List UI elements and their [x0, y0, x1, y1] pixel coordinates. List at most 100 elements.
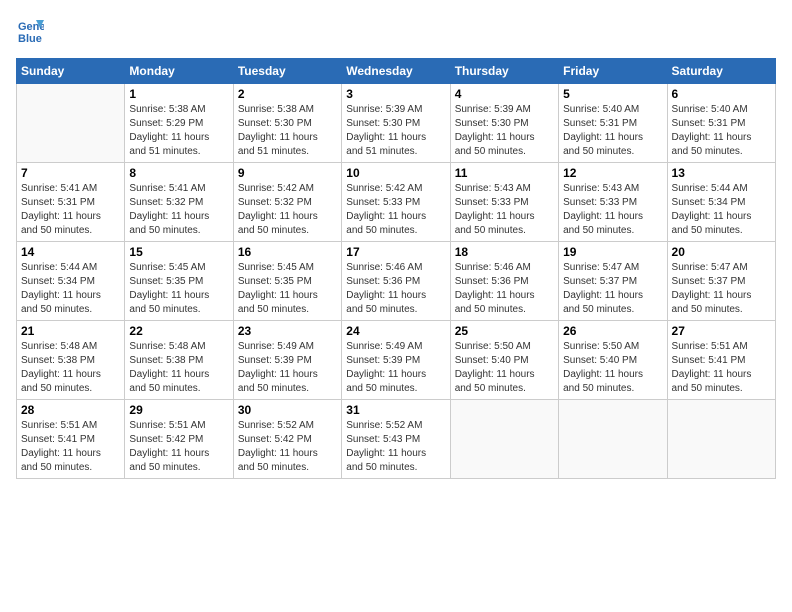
day-info: Sunrise: 5:47 AMSunset: 5:37 PMDaylight:… [563, 261, 662, 317]
calendar-cell: 28Sunrise: 5:51 AMSunset: 5:41 PMDayligh… [17, 400, 125, 479]
calendar-cell [17, 84, 125, 163]
day-info: Sunrise: 5:51 AMSunset: 5:41 PMDaylight:… [672, 340, 771, 396]
day-info: Sunrise: 5:45 AMSunset: 5:35 PMDaylight:… [129, 261, 228, 317]
day-number: 2 [238, 87, 337, 101]
day-info: Sunrise: 5:50 AMSunset: 5:40 PMDaylight:… [455, 340, 554, 396]
day-info: Sunrise: 5:46 AMSunset: 5:36 PMDaylight:… [346, 261, 445, 317]
day-info: Sunrise: 5:46 AMSunset: 5:36 PMDaylight:… [455, 261, 554, 317]
day-info: Sunrise: 5:40 AMSunset: 5:31 PMDaylight:… [563, 103, 662, 159]
calendar-cell: 27 Sunrise: 5:51 AMSunset: 5:41 PMDayligh… [667, 321, 775, 400]
calendar-cell: 18 Sunrise: 5:46 AMSunset: 5:36 PMDayligh… [450, 242, 558, 321]
day-info: Sunrise: 5:43 AMSunset: 5:33 PMDaylight:… [563, 182, 662, 238]
calendar-header-wednesday: Wednesday [342, 59, 450, 84]
day-info: Sunrise: 5:43 AMSunset: 5:33 PMDaylight:… [455, 182, 554, 238]
calendar-cell: 26 Sunrise: 5:50 AMSunset: 5:40 PMDayligh… [559, 321, 667, 400]
day-info: Sunrise: 5:49 AMSunset: 5:39 PMDaylight:… [238, 340, 337, 396]
day-info: Sunrise: 5:51 AMSunset: 5:42 PMDaylight:… [129, 419, 228, 475]
logo: General Blue [16, 16, 48, 44]
calendar-cell: 1Sunrise: 5:38 AMSunset: 5:29 PMDaylight… [125, 84, 233, 163]
day-info: Sunrise: 5:41 AMSunset: 5:32 PMDaylight:… [129, 182, 228, 238]
calendar-cell: 12 Sunrise: 5:43 AMSunset: 5:33 PMDayligh… [559, 163, 667, 242]
calendar-cell: 5 Sunrise: 5:40 AMSunset: 5:31 PMDaylight… [559, 84, 667, 163]
calendar-cell: 19 Sunrise: 5:47 AMSunset: 5:37 PMDayligh… [559, 242, 667, 321]
calendar-cell: 14Sunrise: 5:44 AMSunset: 5:34 PMDayligh… [17, 242, 125, 321]
day-info: Sunrise: 5:52 AMSunset: 5:42 PMDaylight:… [238, 419, 337, 475]
calendar-header-row: SundayMondayTuesdayWednesdayThursdayFrid… [17, 59, 776, 84]
calendar-header-sunday: Sunday [17, 59, 125, 84]
calendar-cell: 21 Sunrise: 5:48 AMSunset: 5:38 PMDayligh… [17, 321, 125, 400]
day-number: 13 [672, 166, 771, 180]
page-header: General Blue [16, 16, 776, 52]
calendar-header-tuesday: Tuesday [233, 59, 341, 84]
calendar-header-friday: Friday [559, 59, 667, 84]
day-number: 27 [672, 324, 771, 338]
calendar-cell: 10 Sunrise: 5:42 AMSunset: 5:33 PMDayligh… [342, 163, 450, 242]
calendar-cell [450, 400, 558, 479]
calendar-cell: 7 Sunrise: 5:41 AMSunset: 5:31 PMDaylight… [17, 163, 125, 242]
calendar-week-row: 1Sunrise: 5:38 AMSunset: 5:29 PMDaylight… [17, 84, 776, 163]
calendar-cell: 29 Sunrise: 5:51 AMSunset: 5:42 PMDayligh… [125, 400, 233, 479]
calendar-cell: 31Sunrise: 5:52 AMSunset: 5:43 PMDayligh… [342, 400, 450, 479]
day-info: Sunrise: 5:39 AMSunset: 5:30 PMDaylight:… [455, 103, 554, 159]
day-number: 7 [21, 166, 120, 180]
svg-text:Blue: Blue [18, 33, 42, 44]
calendar-cell: 30 Sunrise: 5:52 AMSunset: 5:42 PMDayligh… [233, 400, 341, 479]
day-info: Sunrise: 5:45 AMSunset: 5:35 PMDaylight:… [238, 261, 337, 317]
day-info: Sunrise: 5:39 AMSunset: 5:30 PMDaylight:… [346, 103, 445, 159]
calendar-cell: 11 Sunrise: 5:43 AMSunset: 5:33 PMDayligh… [450, 163, 558, 242]
calendar-header-saturday: Saturday [667, 59, 775, 84]
day-number: 20 [672, 245, 771, 259]
calendar-cell: 25Sunrise: 5:50 AMSunset: 5:40 PMDayligh… [450, 321, 558, 400]
day-number: 30 [238, 403, 337, 417]
calendar-cell: 13 Sunrise: 5:44 AMSunset: 5:34 PMDayligh… [667, 163, 775, 242]
day-info: Sunrise: 5:38 AMSunset: 5:29 PMDaylight:… [129, 103, 228, 159]
day-number: 29 [129, 403, 228, 417]
day-number: 6 [672, 87, 771, 101]
calendar-cell [667, 400, 775, 479]
day-number: 21 [21, 324, 120, 338]
day-number: 15 [129, 245, 228, 259]
day-number: 9 [238, 166, 337, 180]
day-info: Sunrise: 5:42 AMSunset: 5:33 PMDaylight:… [346, 182, 445, 238]
day-info: Sunrise: 5:49 AMSunset: 5:39 PMDaylight:… [346, 340, 445, 396]
calendar-cell: 16 Sunrise: 5:45 AMSunset: 5:35 PMDayligh… [233, 242, 341, 321]
day-number: 3 [346, 87, 445, 101]
day-number: 31 [346, 403, 445, 417]
day-info: Sunrise: 5:44 AMSunset: 5:34 PMDaylight:… [672, 182, 771, 238]
day-number: 12 [563, 166, 662, 180]
calendar-week-row: 28Sunrise: 5:51 AMSunset: 5:41 PMDayligh… [17, 400, 776, 479]
day-info: Sunrise: 5:48 AMSunset: 5:38 PMDaylight:… [21, 340, 120, 396]
calendar-week-row: 21 Sunrise: 5:48 AMSunset: 5:38 PMDayligh… [17, 321, 776, 400]
calendar-cell [559, 400, 667, 479]
calendar-header-thursday: Thursday [450, 59, 558, 84]
calendar-cell: 3 Sunrise: 5:39 AMSunset: 5:30 PMDaylight… [342, 84, 450, 163]
calendar-cell: 24 Sunrise: 5:49 AMSunset: 5:39 PMDayligh… [342, 321, 450, 400]
calendar-cell: 15 Sunrise: 5:45 AMSunset: 5:35 PMDayligh… [125, 242, 233, 321]
calendar-cell: 22Sunrise: 5:48 AMSunset: 5:38 PMDayligh… [125, 321, 233, 400]
day-info: Sunrise: 5:51 AMSunset: 5:41 PMDaylight:… [21, 419, 120, 475]
day-info: Sunrise: 5:42 AMSunset: 5:32 PMDaylight:… [238, 182, 337, 238]
day-info: Sunrise: 5:41 AMSunset: 5:31 PMDaylight:… [21, 182, 120, 238]
day-number: 8 [129, 166, 228, 180]
day-number: 18 [455, 245, 554, 259]
day-number: 5 [563, 87, 662, 101]
day-number: 4 [455, 87, 554, 101]
calendar-table: SundayMondayTuesdayWednesdayThursdayFrid… [16, 58, 776, 479]
day-number: 22 [129, 324, 228, 338]
calendar-cell: 2Sunrise: 5:38 AMSunset: 5:30 PMDaylight… [233, 84, 341, 163]
logo-icon: General Blue [16, 16, 44, 44]
day-number: 16 [238, 245, 337, 259]
day-number: 19 [563, 245, 662, 259]
day-number: 11 [455, 166, 554, 180]
calendar-cell: 9 Sunrise: 5:42 AMSunset: 5:32 PMDaylight… [233, 163, 341, 242]
calendar-cell: 4 Sunrise: 5:39 AMSunset: 5:30 PMDaylight… [450, 84, 558, 163]
day-info: Sunrise: 5:50 AMSunset: 5:40 PMDaylight:… [563, 340, 662, 396]
day-number: 10 [346, 166, 445, 180]
calendar-header-monday: Monday [125, 59, 233, 84]
calendar-cell: 23Sunrise: 5:49 AMSunset: 5:39 PMDayligh… [233, 321, 341, 400]
day-number: 17 [346, 245, 445, 259]
day-number: 26 [563, 324, 662, 338]
calendar-week-row: 7 Sunrise: 5:41 AMSunset: 5:31 PMDaylight… [17, 163, 776, 242]
day-number: 24 [346, 324, 445, 338]
calendar-cell: 17 Sunrise: 5:46 AMSunset: 5:36 PMDayligh… [342, 242, 450, 321]
